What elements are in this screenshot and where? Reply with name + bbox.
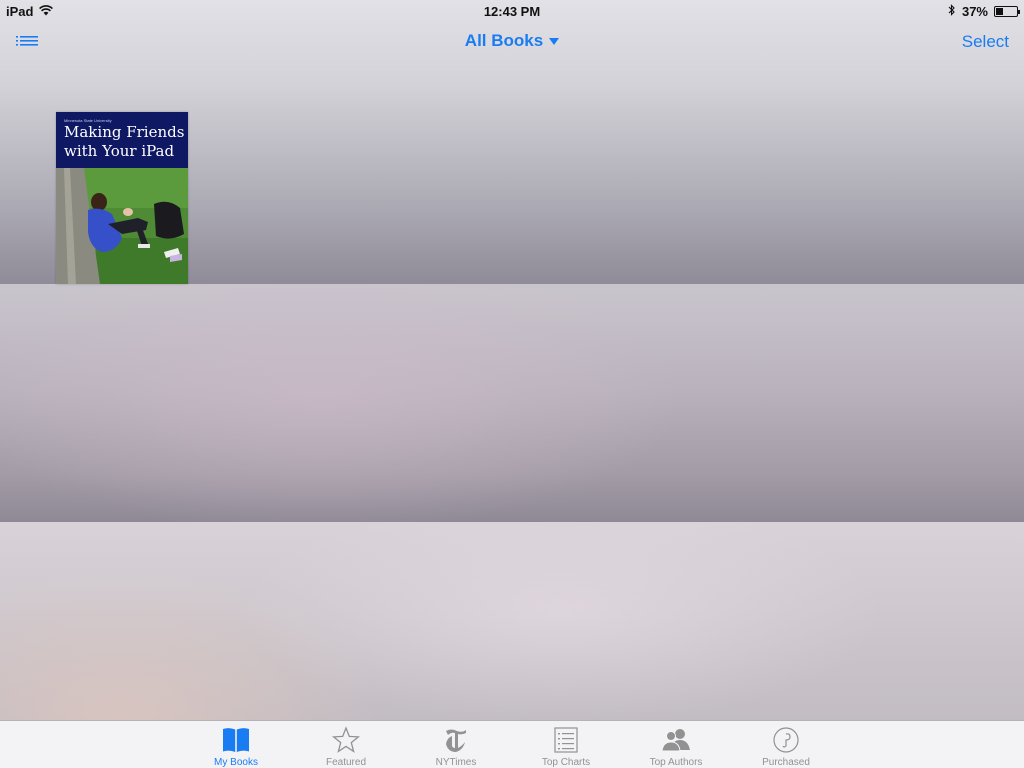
book-cover[interactable]: Minnesota State University Making Friend… bbox=[56, 112, 188, 284]
tab-featured[interactable]: Featured bbox=[291, 721, 401, 768]
battery-icon bbox=[994, 6, 1020, 17]
tab-label: Top Charts bbox=[541, 757, 591, 768]
battery-percent: 37% bbox=[961, 4, 988, 19]
navigation-bar: All Books Select bbox=[0, 22, 1024, 62]
select-button[interactable]: Select bbox=[962, 32, 1009, 52]
list-icon bbox=[554, 727, 578, 753]
tab-top-charts[interactable]: Top Charts bbox=[511, 721, 621, 768]
chevron-down-icon bbox=[549, 37, 560, 45]
shelf-row-3 bbox=[0, 522, 1024, 720]
tab-bar: My Books Featured NYTimes Top Charts Top… bbox=[0, 720, 1024, 768]
bluetooth-icon bbox=[948, 4, 956, 19]
book-title-line-1: Making Friends bbox=[64, 123, 185, 141]
tab-label: My Books bbox=[214, 757, 258, 768]
star-icon bbox=[331, 726, 361, 753]
battery-level bbox=[996, 8, 1003, 15]
tab-my-books[interactable]: My Books bbox=[181, 721, 291, 768]
book-cover-photo bbox=[56, 168, 188, 284]
people-icon bbox=[661, 729, 690, 752]
tab-nytimes[interactable]: NYTimes bbox=[401, 721, 511, 768]
collection-picker[interactable]: All Books bbox=[464, 31, 560, 51]
book-cover-header: Minnesota State University Making Friend… bbox=[56, 112, 188, 168]
clock: 12:43 PM bbox=[483, 4, 541, 19]
status-bar: iPad 12:43 PM 37% bbox=[0, 0, 1024, 22]
tab-top-authors[interactable]: Top Authors bbox=[621, 721, 731, 768]
collection-title: All Books bbox=[464, 31, 544, 50]
purchased-icon bbox=[773, 727, 799, 753]
tab-label: Featured bbox=[325, 757, 367, 768]
tab-label: Purchased bbox=[762, 757, 810, 768]
nytimes-icon bbox=[446, 729, 466, 752]
tab-label: NYTimes bbox=[435, 757, 477, 768]
tab-label: Top Authors bbox=[649, 757, 703, 768]
shelf-row-2 bbox=[0, 284, 1024, 522]
book-icon bbox=[223, 728, 249, 752]
tab-purchased[interactable]: Purchased bbox=[731, 721, 841, 768]
book-title-line-2: with Your iPad bbox=[64, 142, 175, 160]
